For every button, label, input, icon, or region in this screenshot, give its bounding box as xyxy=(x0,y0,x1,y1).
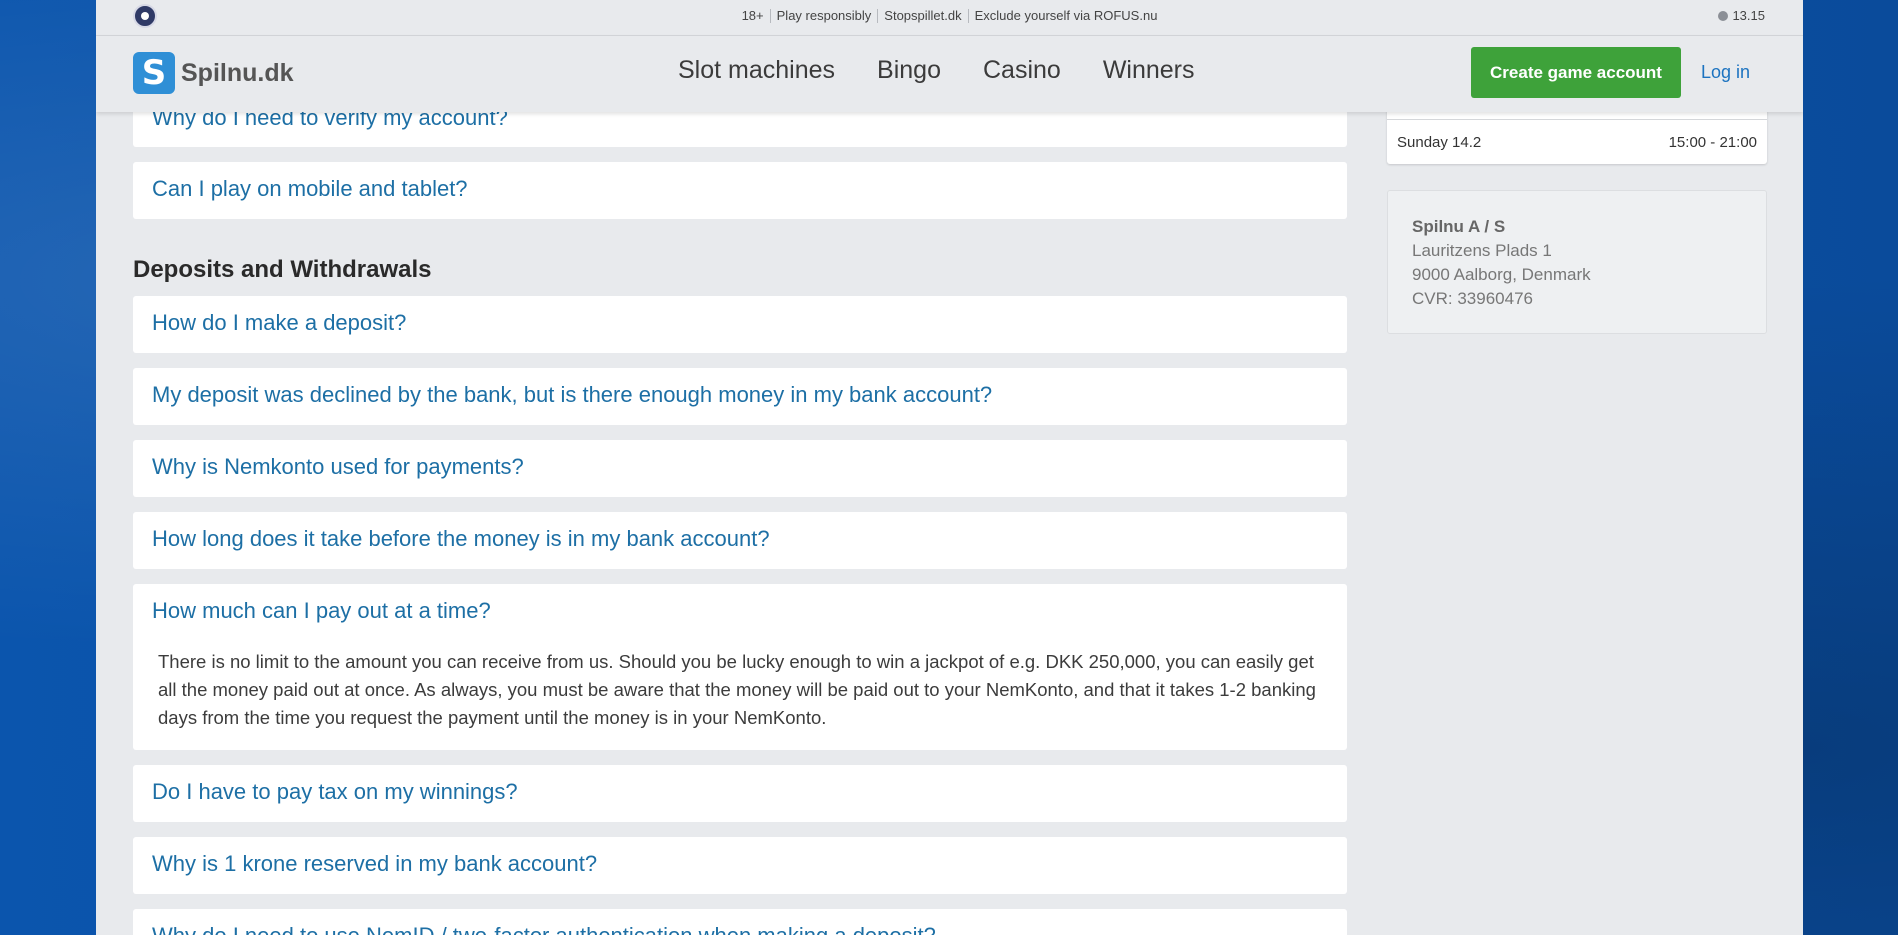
site-header: S Spilnu.dk Slot machines Bingo Casino W… xyxy=(96,36,1803,112)
faq-item[interactable]: Why is Nemkonto used for payments? xyxy=(133,440,1347,497)
faq-item[interactable]: Can I play on mobile and tablet? xyxy=(133,162,1347,219)
session-clock: 13.15 xyxy=(1718,8,1765,23)
faq-answer: There is no limit to the amount you can … xyxy=(158,651,1316,728)
faq-item-expanded[interactable]: How much can I pay out at a time? There … xyxy=(133,584,1347,750)
age-limit: 18+ xyxy=(736,9,771,23)
company-cvr: CVR: 33960476 xyxy=(1412,289,1533,308)
faq-question: Why do I need to use NemID / two-factor … xyxy=(152,923,936,935)
hours-day: Sunday 14.2 xyxy=(1397,134,1482,151)
play-responsibly-link[interactable]: Play responsibly xyxy=(771,9,879,23)
faq-item[interactable]: My deposit was declined by the bank, but… xyxy=(133,368,1347,425)
faq-question: Do I have to pay tax on my winnings? xyxy=(152,779,518,804)
logo-text: Spilnu.dk xyxy=(181,58,294,87)
faq-question: How long does it take before the money i… xyxy=(152,526,770,551)
clock-time: 13.15 xyxy=(1732,8,1765,23)
faq-question: Why is Nemkonto used for payments? xyxy=(152,454,524,479)
main-nav: Slot machines Bingo Casino Winners xyxy=(678,56,1195,85)
address-street: Lauritzens Plads 1 xyxy=(1412,241,1552,260)
responsible-gaming-links: 18+ Play responsibly Stopspillet.dk Excl… xyxy=(96,0,1803,32)
nav-winners[interactable]: Winners xyxy=(1103,56,1195,85)
faq-question: Can I play on mobile and tablet? xyxy=(152,176,468,201)
logo-s-icon: S xyxy=(133,52,175,94)
divider xyxy=(1387,119,1767,120)
create-account-button[interactable]: Create game account xyxy=(1471,47,1681,98)
nav-casino[interactable]: Casino xyxy=(983,56,1061,85)
clock-icon xyxy=(1718,10,1729,21)
faq-item[interactable]: Do I have to pay tax on my winnings? xyxy=(133,765,1347,822)
faq-question: How much can I pay out at a time? xyxy=(152,598,491,623)
faq-item[interactable]: How long does it take before the money i… xyxy=(133,512,1347,569)
faq-item[interactable]: Why is 1 krone reserved in my bank accou… xyxy=(133,837,1347,894)
faq-question: My deposit was declined by the bank, but… xyxy=(152,382,993,407)
responsible-gaming-bar: 18+ Play responsibly Stopspillet.dk Excl… xyxy=(96,0,1803,36)
faq-question: Why is 1 krone reserved in my bank accou… xyxy=(152,851,598,876)
login-link[interactable]: Log in xyxy=(1701,62,1750,83)
rofus-link[interactable]: Exclude yourself via ROFUS.nu xyxy=(969,9,1164,23)
company-address-card: Spilnu A / S Lauritzens Plads 1 9000 Aal… xyxy=(1387,190,1767,334)
faq-item[interactable]: Why do I need to use NemID / two-factor … xyxy=(133,909,1347,935)
site-logo[interactable]: S Spilnu.dk xyxy=(133,52,294,94)
section-title: Deposits and Withdrawals xyxy=(133,256,432,283)
address-city: 9000 Aalborg, Denmark xyxy=(1412,265,1591,284)
hours-time: 15:00 - 21:00 xyxy=(1668,134,1757,151)
nav-slot-machines[interactable]: Slot machines xyxy=(678,56,835,85)
faq-item[interactable]: How do I make a deposit? xyxy=(133,296,1347,353)
company-name: Spilnu A / S xyxy=(1412,217,1506,236)
stopspillet-link[interactable]: Stopspillet.dk xyxy=(878,9,969,23)
page-container: Why do I need to verify my account? Can … xyxy=(96,0,1803,935)
faq-question: How do I make a deposit? xyxy=(152,310,407,335)
nav-bingo[interactable]: Bingo xyxy=(877,56,941,85)
